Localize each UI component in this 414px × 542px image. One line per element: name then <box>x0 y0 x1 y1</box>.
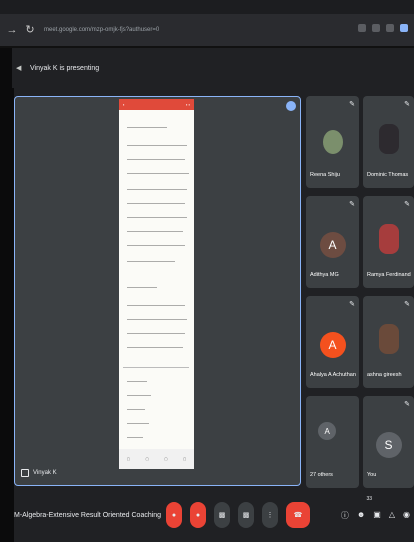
participant-name: Ramya Ferdinand <box>367 272 411 278</box>
self-tile[interactable]: ✎ S You <box>363 396 414 488</box>
participant-photo <box>378 124 399 154</box>
present-screen-icon <box>21 469 29 477</box>
participant-name: Reena Shiju <box>310 172 340 178</box>
side-controls: ⓘ ☻ ▣ △ ◉ <box>341 510 410 521</box>
handwriting-line <box>127 305 185 306</box>
reload-icon[interactable]: ↻ <box>24 24 36 36</box>
more-options-button[interactable]: ⋮ <box>262 502 278 528</box>
handwriting-line <box>127 203 185 204</box>
presentation-tile[interactable]: ▪ ▪ ▪ ▢ ▢ ▢ ▢ Vinyak K <box>14 96 301 486</box>
bottom-control-bar: M-Algebra-Extensive Result Oriented Coac… <box>14 490 414 542</box>
handwriting-line <box>127 173 189 174</box>
browser-extension-icons <box>358 24 408 32</box>
phone-status-bar: ▪ ▪ ▪ <box>119 99 194 110</box>
participant-tile[interactable]: ✎ ashna gireesh <box>363 296 414 388</box>
participant-avatar: A <box>319 332 346 358</box>
mic-muted-icon: ✎ <box>404 401 410 408</box>
back-arrow-icon[interactable]: → <box>6 24 18 36</box>
handwriting-line <box>127 347 183 348</box>
end-call-button[interactable]: ☎ <box>286 502 310 528</box>
participant-photo <box>322 130 343 154</box>
page-divider <box>123 367 189 368</box>
phone-status-time: ▪ <box>123 102 125 107</box>
self-avatar: S <box>375 432 402 458</box>
participant-tile[interactable]: ✎ A Adithya MG <box>306 196 359 288</box>
host-controls-icon[interactable]: ◉ <box>403 510 410 521</box>
profile-icon[interactable] <box>400 24 408 32</box>
handwriting-line <box>127 261 175 262</box>
phone-status-icons: ▪ ▪ <box>186 102 190 107</box>
info-icon[interactable]: ⓘ <box>341 510 349 521</box>
participant-name: Adithya MG <box>310 272 339 278</box>
participant-avatar: A <box>319 232 346 258</box>
browser-tab-strip <box>0 0 414 14</box>
mic-toggle-button[interactable]: ● <box>166 502 182 528</box>
handwriting-line <box>127 127 167 128</box>
speaking-indicator-icon <box>286 101 296 111</box>
participant-tile[interactable]: ✎ Reena Shiju <box>306 96 359 188</box>
shared-screen-phone: ▪ ▪ ▪ ▢ ▢ ▢ ▢ <box>119 99 194 469</box>
people-icon[interactable]: ☻ <box>357 510 365 521</box>
participant-photo <box>378 324 399 354</box>
handwriting-line <box>127 217 187 218</box>
phone-tool-icon: ▢ <box>164 457 168 461</box>
participant-photo <box>378 224 399 254</box>
participant-count-badge: 33 <box>366 496 372 502</box>
handwriting-line <box>127 423 149 424</box>
handwriting-line <box>127 395 151 396</box>
presenter-label: Vinyak K <box>21 469 57 477</box>
others-tile[interactable]: A 27 others <box>306 396 359 488</box>
participant-name: Ahalya A Achuthan <box>310 372 356 378</box>
phone-tool-icon: ▢ <box>182 457 187 461</box>
handwriting-line <box>127 287 157 288</box>
chat-icon[interactable]: ▣ <box>373 510 381 521</box>
handwriting-line <box>127 245 185 246</box>
camera-toggle-button[interactable]: ● <box>190 502 206 528</box>
handwriting-line <box>127 333 185 334</box>
handwriting-line <box>127 409 145 410</box>
handwriting-line <box>127 189 187 190</box>
handwriting-line <box>127 381 147 382</box>
handwriting-line <box>127 145 187 146</box>
mic-muted-icon: ✎ <box>349 201 355 208</box>
mic-muted-icon: ✎ <box>404 201 410 208</box>
self-name: You <box>367 472 377 478</box>
participant-name: ashna gireesh <box>367 372 402 378</box>
mic-muted-icon: ✎ <box>404 301 410 308</box>
handwriting-line <box>127 437 143 438</box>
mic-muted-icon: ✎ <box>404 101 410 108</box>
meeting-title: M-Algebra-Extensive Result Oriented Coac… <box>14 512 162 519</box>
present-arrow-icon: ◀ <box>16 65 22 72</box>
mic-muted-icon: ✎ <box>349 301 355 308</box>
participant-tile[interactable]: ✎ Ramya Ferdinand <box>363 196 414 288</box>
mic-muted-icon: ✎ <box>349 101 355 108</box>
activities-icon[interactable]: △ <box>389 510 395 521</box>
participant-tile[interactable]: ✎ Dominic Thomas <box>363 96 414 188</box>
presenting-banner: ◀ Vinyak K is presenting <box>12 48 414 88</box>
participant-tile[interactable]: ✎ A Ahalya A Achuthan <box>306 296 359 388</box>
presenter-name: Vinyak K <box>33 470 57 476</box>
phone-tool-icon: ▢ <box>145 457 149 461</box>
presenting-text: Vinyak K is presenting <box>30 64 100 72</box>
handwriting-line <box>127 231 183 232</box>
url-field[interactable]: meet.google.com/mzp-omjk-fjs?authuser=0 <box>44 27 159 33</box>
tab-icon[interactable] <box>386 24 394 32</box>
others-count: 27 others <box>310 472 333 478</box>
screen-bezel <box>0 48 14 542</box>
handwriting-line <box>127 319 187 320</box>
browser-address-bar: → ↻ meet.google.com/mzp-omjk-fjs?authuse… <box>0 14 414 46</box>
call-controls: ● ● ▩ ▩ ⋮ ☎ <box>166 502 310 528</box>
participant-name: Dominic Thomas <box>367 172 409 178</box>
phone-tool-icon: ▢ <box>126 457 131 461</box>
captions-button[interactable]: ▩ <box>214 502 230 528</box>
others-avatar: A <box>318 422 337 440</box>
bookmark-icon[interactable] <box>372 24 380 32</box>
handwriting-line <box>127 159 185 160</box>
phone-toolbar: ▢ ▢ ▢ ▢ <box>119 449 194 469</box>
present-button[interactable]: ▩ <box>238 502 254 528</box>
extension-icon[interactable] <box>358 24 366 32</box>
